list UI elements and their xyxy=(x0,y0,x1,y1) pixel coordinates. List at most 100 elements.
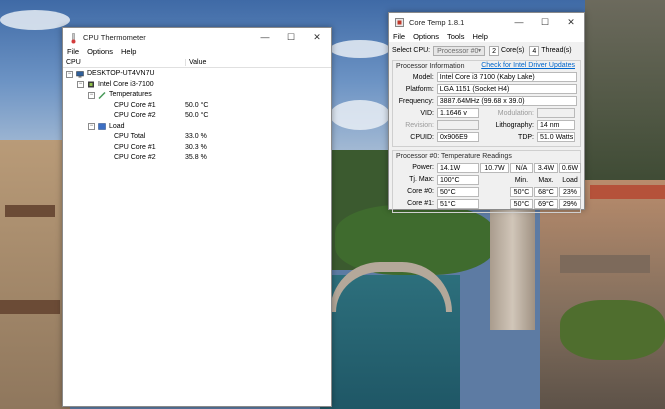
sensor-row[interactable]: CPU Core #2 35.8 % xyxy=(63,153,331,164)
close-button[interactable]: ✕ xyxy=(304,28,330,46)
menu-file[interactable]: File xyxy=(393,32,405,41)
minimize-button[interactable]: — xyxy=(252,28,278,46)
menu-bar: File Options Help xyxy=(63,46,331,57)
tdp-label: TDP: xyxy=(518,133,534,141)
vid-row: VID: 1.1646 v Modulation: xyxy=(396,107,577,119)
wallpaper-town-left xyxy=(0,140,70,409)
sensor-name: CPU Core #2 xyxy=(114,154,156,161)
column-cpu[interactable]: CPU xyxy=(63,58,186,66)
wallpaper-cloud xyxy=(0,10,70,30)
tjmax-label: Tj. Max: xyxy=(409,176,434,183)
tree-node-temperatures[interactable]: − Temperatures xyxy=(63,90,331,101)
sensor-value: 30.3 % xyxy=(185,143,207,151)
menu-options[interactable]: Options xyxy=(87,47,113,56)
wallpaper-town-right xyxy=(540,180,665,409)
menu-options[interactable]: Options xyxy=(413,32,439,41)
modulation-value xyxy=(537,108,575,118)
wallpaper-trees xyxy=(560,300,665,360)
thermometer-icon xyxy=(69,32,78,43)
wallpaper-roof xyxy=(0,300,60,314)
cpuid-label: CPUID: xyxy=(410,133,434,141)
chevron-down-icon: ▼ xyxy=(477,47,483,54)
platform-value: LGA 1151 (Socket H4) xyxy=(436,84,577,94)
collapse-toggle-icon[interactable]: − xyxy=(77,81,84,89)
temperature-icon xyxy=(98,91,106,99)
cpu-thermometer-window: CPU Thermometer — ☐ ✕ File Options Help … xyxy=(62,27,332,407)
close-button[interactable]: ✕ xyxy=(558,13,584,31)
cpu-select-value: Processor #0 xyxy=(437,47,479,55)
power-cores: 10.7W xyxy=(480,163,509,173)
sensor-name: CPU Core #1 xyxy=(114,101,156,109)
maximize-button[interactable]: ☐ xyxy=(532,13,558,31)
sensor-value: 35.8 % xyxy=(185,154,207,161)
sensor-row[interactable]: CPU Total 33.0 % xyxy=(63,132,331,143)
menu-tools[interactable]: Tools xyxy=(447,32,465,41)
tree-node-load[interactable]: − Load xyxy=(63,122,331,133)
computer-name: DESKTOP-UT4VN7U xyxy=(87,70,155,77)
threads-count: 4 xyxy=(529,45,540,56)
collapse-toggle-icon[interactable]: − xyxy=(88,91,95,99)
cpu-select-dropdown[interactable]: Processor #0 ▼ xyxy=(433,45,486,56)
core-min: 50°C xyxy=(510,187,533,197)
threads-label: Thread(s) xyxy=(541,47,572,54)
core-temp-app-icon xyxy=(395,17,404,27)
platform-label: Platform: xyxy=(405,85,434,93)
revision-value xyxy=(437,120,479,130)
temperature-readings-group: Processor #0: Temperature Readings Power… xyxy=(392,150,581,213)
cores-count: 2 xyxy=(489,45,500,56)
processor-information-group: Processor Information Check for Intel Dr… xyxy=(392,60,581,147)
collapse-toggle-icon[interactable]: − xyxy=(88,123,95,131)
tree-node-cpu[interactable]: − Intel Core i3-7100 xyxy=(63,80,331,91)
sensor-row[interactable]: CPU Core #1 50.0 °C xyxy=(63,101,331,112)
sensor-value: 50.0 °C xyxy=(185,101,209,109)
wallpaper-cloud xyxy=(330,100,390,130)
sensor-row[interactable]: CPU Core #2 50.0 °C xyxy=(63,111,331,122)
modulation-label: Modulation: xyxy=(497,109,534,117)
frequency-value: 3887.64MHz (99.68 x 39.0) xyxy=(436,96,577,106)
menu-file[interactable]: File xyxy=(67,47,79,56)
core-temp-window: Core Temp 1.8.1 — ☐ ✕ File Options Tools… xyxy=(388,12,585,213)
max-header: Max. xyxy=(538,177,554,184)
core-max: 68°C xyxy=(534,187,558,197)
cpu-name: Intel Core i3-7100 xyxy=(98,80,154,88)
power-label: Power: xyxy=(412,164,434,171)
vid-label: VID: xyxy=(420,109,434,117)
intel-driver-update-link[interactable]: Check for Intel Driver Updates xyxy=(481,62,575,69)
column-value[interactable]: Value xyxy=(186,59,206,66)
select-cpu-label: Select CPU: xyxy=(392,47,431,54)
power-dram: 3.4W xyxy=(534,163,558,173)
title-bar[interactable]: Core Temp 1.8.1 — ☐ ✕ xyxy=(389,13,584,31)
sensor-row[interactable]: CPU Core #1 30.3 % xyxy=(63,143,331,154)
minimize-button[interactable]: — xyxy=(506,13,532,31)
menu-help[interactable]: Help xyxy=(472,32,487,41)
cpuid-value: 0x906E9 xyxy=(437,132,479,142)
wallpaper-roof xyxy=(5,205,55,217)
computer-icon xyxy=(76,71,84,78)
wallpaper-cliff xyxy=(585,0,665,190)
load-icon xyxy=(98,123,106,130)
title-bar[interactable]: CPU Thermometer — ☐ ✕ xyxy=(63,28,331,46)
window-title: CPU Thermometer xyxy=(83,32,146,42)
lithography-value: 14 nm xyxy=(537,120,575,130)
frequency-label: Frequency: xyxy=(398,97,434,105)
tree-node-computer[interactable]: − DESKTOP-UT4VN7U xyxy=(63,69,331,80)
wallpaper-roof xyxy=(590,185,665,199)
power-uncore: N/A xyxy=(510,163,533,173)
sensor-value: 33.0 % xyxy=(185,133,207,140)
menu-help[interactable]: Help xyxy=(121,47,136,56)
wallpaper-cloud xyxy=(330,40,390,58)
collapse-toggle-icon[interactable]: − xyxy=(66,70,73,78)
model-value: Intel Core i3 7100 (Kaby Lake) xyxy=(436,72,577,82)
temperature-grid: Power: 14.1W 10.7W N/A 3.4W 0.6W Tj. Max… xyxy=(396,163,581,209)
sensor-name: CPU Total xyxy=(114,133,146,140)
load-header: Load xyxy=(562,177,578,184)
cores-label: Core(s) xyxy=(501,47,525,54)
sensor-tree: − DESKTOP-UT4VN7U − Intel Core i3-7100 −… xyxy=(63,68,331,164)
cpu-chip-icon xyxy=(87,81,95,88)
column-header: CPU Value xyxy=(63,57,331,68)
tjmax-value: 100°C xyxy=(437,175,479,185)
maximize-button[interactable]: ☐ xyxy=(278,28,304,46)
core-temp: 51°C xyxy=(437,199,479,209)
